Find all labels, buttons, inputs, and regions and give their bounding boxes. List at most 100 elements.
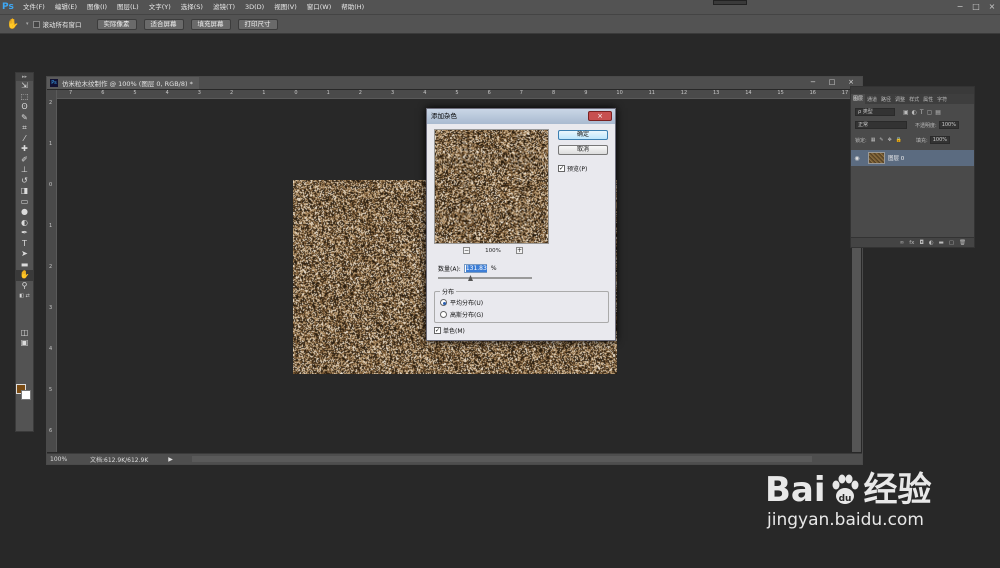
maximize-icon[interactable]: □ <box>825 77 839 88</box>
eyedropper-icon[interactable]: ⁄ <box>16 134 33 145</box>
menu-item[interactable]: 视图(V) <box>269 0 302 14</box>
marquee-icon[interactable]: ⬚ <box>16 92 33 103</box>
menu-item[interactable]: 编辑(E) <box>50 0 82 14</box>
radio-dot-icon[interactable] <box>440 299 447 306</box>
hand-icon[interactable]: ✋ <box>0 19 26 30</box>
ruler-tick: 4 <box>423 90 427 96</box>
opacity-input[interactable]: 100% <box>938 121 959 129</box>
menu-item[interactable]: 图层(L) <box>112 0 144 14</box>
status-zoom[interactable]: 100% <box>47 456 67 463</box>
zoom-icon[interactable]: ⚲ <box>16 281 33 292</box>
shape-icon[interactable]: ▬ <box>16 260 33 271</box>
menu-item[interactable]: 文字(Y) <box>144 0 176 14</box>
close-icon[interactable]: × <box>588 111 612 121</box>
ruler-tick: 16 <box>809 90 816 96</box>
preview-checkbox[interactable]: ✓ 预览(P) <box>558 164 587 173</box>
panel-grip[interactable] <box>851 87 974 94</box>
eye-icon[interactable]: ◉ <box>851 155 863 162</box>
status-menu-arrow-icon[interactable]: ▶ <box>168 456 173 463</box>
fx-icon[interactable]: fx <box>909 240 914 246</box>
link-icon[interactable]: ∞ <box>900 240 905 246</box>
menu-item[interactable]: 3D(D) <box>240 0 269 14</box>
lock-icons[interactable]: ▦✎✥🔒 <box>871 137 906 143</box>
quick-select-icon[interactable]: ✎ <box>16 113 33 124</box>
scroll-all-checkbox[interactable] <box>32 20 40 28</box>
hand-icon[interactable]: ✋ <box>16 270 33 281</box>
preview-label: 预览(P) <box>567 166 588 173</box>
tab-layers[interactable]: 图层 <box>851 94 866 104</box>
gaussian-radio[interactable]: 高斯分布(G) <box>440 310 483 319</box>
dodge-icon[interactable]: ◐ <box>16 218 33 229</box>
monochromatic-checkbox[interactable]: ✓ 单色(M) <box>434 326 465 335</box>
tab-adjustments[interactable]: 调整 <box>893 96 907 103</box>
watermark-logo: Bai du 经验 <box>765 470 932 510</box>
trash-icon[interactable]: 🗑 <box>959 240 966 246</box>
cancel-button[interactable]: 取消 <box>558 145 608 155</box>
print-size-button[interactable]: 打印尺寸 <box>237 18 278 30</box>
maximize-icon[interactable]: □ <box>968 0 984 14</box>
noise-preview[interactable] <box>434 129 549 244</box>
amount-input[interactable]: 131.83 <box>463 264 487 273</box>
amount-value[interactable]: 131.83 <box>465 265 487 272</box>
background-color-swatch[interactable] <box>21 390 31 400</box>
screen-mode-icon[interactable]: ▣ <box>16 338 33 349</box>
minimize-icon[interactable]: − <box>806 77 820 88</box>
tab-character[interactable]: 字符 <box>935 96 949 103</box>
folder-icon[interactable]: ▬ <box>939 240 944 246</box>
fit-screen-button[interactable]: 适合屏幕 <box>143 18 184 30</box>
new-layer-icon[interactable]: ▢ <box>949 240 954 246</box>
checkmark-icon[interactable]: ✓ <box>558 165 565 172</box>
menu-item[interactable]: 选择(S) <box>176 0 208 14</box>
horizontal-ruler: 7 6 5 4 3 2 1 0 1 2 3 4 5 6 7 8 9 10 11 12 13 14 15 16 17 <box>57 90 852 99</box>
gradient-icon[interactable]: ▭ <box>16 197 33 208</box>
minimize-icon[interactable]: − <box>952 0 968 14</box>
quick-mask-icon[interactable]: ◫ <box>16 328 33 339</box>
menu-item[interactable]: 文件(F) <box>18 0 50 14</box>
blur-icon[interactable]: ● <box>16 207 33 218</box>
brush-icon[interactable]: ✐ <box>16 155 33 166</box>
actual-pixels-button[interactable]: 实际像素 <box>96 18 137 30</box>
filter-icons[interactable]: ▣◐T▢▤ <box>903 109 944 116</box>
move-icon[interactable]: ⇲ <box>16 81 33 92</box>
fill-input[interactable]: 100% <box>929 136 950 144</box>
type-icon[interactable]: T <box>16 239 33 250</box>
layer-name[interactable]: 图层 0 <box>888 154 904 162</box>
zoom-in-icon[interactable]: + <box>515 247 523 254</box>
workspace-switcher[interactable] <box>713 0 747 5</box>
ok-button[interactable]: 确定 <box>558 130 608 140</box>
crop-icon[interactable]: ⌗ <box>16 123 33 134</box>
tab-paths[interactable]: 路径 <box>879 96 893 103</box>
eraser-icon[interactable]: ◨ <box>16 186 33 197</box>
adjustment-icon[interactable]: ◐ <box>929 240 934 246</box>
default-colors-icon[interactable]: ◧ ⇄ <box>16 291 33 302</box>
tab-channels[interactable]: 通道 <box>865 96 879 103</box>
mask-icon[interactable]: ◘ <box>919 240 923 246</box>
uniform-radio[interactable]: 平均分布(U) <box>440 298 483 307</box>
blend-mode-select[interactable]: 正常 <box>855 121 907 129</box>
fill-screen-button[interactable]: 填充屏幕 <box>190 18 231 30</box>
menu-item[interactable]: 窗口(W) <box>302 0 337 14</box>
healing-icon[interactable]: ✚ <box>16 144 33 155</box>
menu-item[interactable]: 图像(I) <box>82 0 112 14</box>
menu-item[interactable]: 滤镜(T) <box>208 0 240 14</box>
layer-row[interactable]: ◉ 图层 0 <box>851 150 974 166</box>
path-select-icon[interactable]: ➤ <box>16 249 33 260</box>
lasso-icon[interactable]: ʘ <box>16 102 33 113</box>
tab-styles[interactable]: 样式 <box>907 96 921 103</box>
amount-slider-track[interactable] <box>438 277 532 279</box>
chevron-down-icon[interactable]: ▾ <box>26 21 29 27</box>
tab-properties[interactable]: 属性 <box>921 96 935 103</box>
checkmark-icon[interactable]: ✓ <box>434 327 441 334</box>
pen-icon[interactable]: ✒ <box>16 228 33 239</box>
history-brush-icon[interactable]: ↺ <box>16 176 33 187</box>
layer-filter-select[interactable]: ρ 类型 <box>855 108 895 116</box>
close-icon[interactable]: × <box>984 0 1000 14</box>
clone-stamp-icon[interactable]: ⊥ <box>16 165 33 176</box>
horizontal-scrollbar[interactable] <box>192 456 812 462</box>
ruler-tick: 4 <box>49 346 53 352</box>
menu-item[interactable]: 帮助(H) <box>336 0 369 14</box>
zoom-out-icon[interactable]: − <box>463 247 470 254</box>
toolbox-grip[interactable]: ▸▸ <box>16 73 33 81</box>
document-tab[interactable]: Ps 仿米粒木纹制作 @ 100% (图层 0, RGB/8) * <box>47 77 199 89</box>
radio-dot-icon[interactable] <box>440 311 447 318</box>
